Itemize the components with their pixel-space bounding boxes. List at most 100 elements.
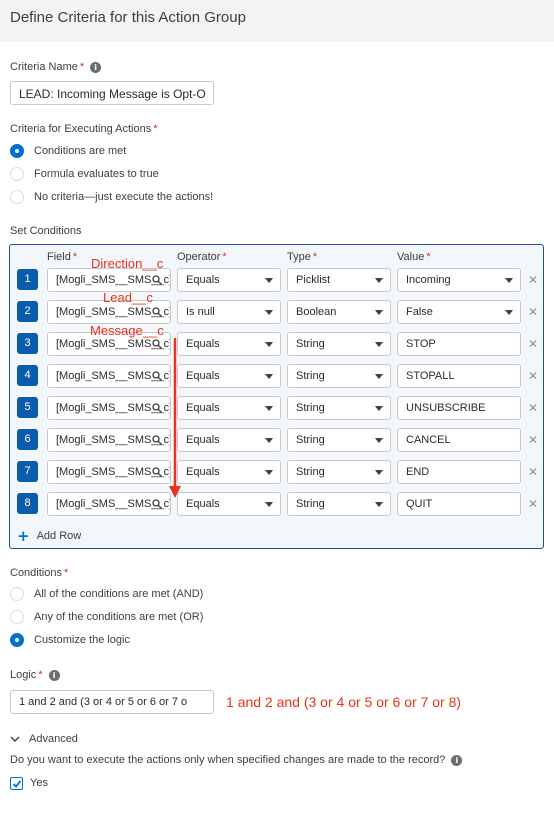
row-number: 3 bbox=[17, 333, 38, 354]
dropdown-caret-icon bbox=[375, 374, 383, 379]
delete-row-icon[interactable]: ✕ bbox=[528, 369, 538, 383]
info-icon[interactable]: i bbox=[90, 61, 102, 73]
value-input[interactable]: False bbox=[397, 300, 521, 324]
search-icon bbox=[152, 371, 162, 381]
dropdown-caret-icon bbox=[265, 470, 273, 475]
delete-row-icon[interactable]: ✕ bbox=[528, 433, 538, 447]
value-input[interactable]: QUIT bbox=[397, 492, 521, 516]
row-number: 2 bbox=[17, 301, 38, 322]
dropdown-caret-icon bbox=[265, 438, 273, 443]
delete-row-icon[interactable]: ✕ bbox=[528, 497, 538, 511]
type-select[interactable]: String bbox=[287, 364, 391, 388]
type-select[interactable]: String bbox=[287, 428, 391, 452]
radio-no-criteria[interactable]: No criteria—just execute the actions! bbox=[10, 189, 213, 205]
dropdown-caret-icon bbox=[375, 502, 383, 507]
radio-all-conditions[interactable]: All of the conditions are met (AND) bbox=[10, 586, 203, 602]
radio-button[interactable] bbox=[10, 587, 24, 601]
row-number: 5 bbox=[17, 397, 38, 418]
checkmark-icon bbox=[12, 780, 22, 788]
dropdown-caret-icon bbox=[505, 278, 513, 283]
execution-criteria-label: Criteria for Executing Actions * bbox=[10, 123, 158, 135]
row-number: 7 bbox=[17, 461, 38, 482]
field-lookup-input[interactable]: [Mogli_SMS__SMS__c].Message__c bbox=[47, 428, 171, 452]
page-header: Define Criteria for this Action Group bbox=[0, 0, 554, 42]
yes-checkbox[interactable] bbox=[10, 777, 23, 790]
search-icon bbox=[152, 339, 162, 349]
delete-row-icon[interactable]: ✕ bbox=[528, 273, 538, 287]
type-select[interactable]: String bbox=[287, 460, 391, 484]
yes-checkbox-label: Yes bbox=[30, 777, 48, 789]
criteria-name-input[interactable]: LEAD: Incoming Message is Opt-O bbox=[10, 81, 214, 105]
logic-label: Logic * i bbox=[10, 669, 60, 681]
delete-row-icon[interactable]: ✕ bbox=[528, 401, 538, 415]
annotation-message: Message__c bbox=[90, 323, 164, 338]
operator-select[interactable]: Equals bbox=[177, 460, 281, 484]
radio-any-conditions[interactable]: Any of the conditions are met (OR) bbox=[10, 609, 203, 625]
column-header-field: Field * bbox=[47, 251, 78, 263]
type-select[interactable]: Boolean bbox=[287, 300, 391, 324]
value-input[interactable]: Incoming bbox=[397, 268, 521, 292]
dropdown-caret-icon bbox=[375, 470, 383, 475]
search-icon bbox=[152, 499, 162, 509]
dropdown-caret-icon bbox=[265, 406, 273, 411]
value-input[interactable]: END bbox=[397, 460, 521, 484]
info-icon[interactable]: i bbox=[48, 669, 60, 681]
dropdown-caret-icon bbox=[375, 406, 383, 411]
operator-select[interactable]: Equals bbox=[177, 268, 281, 292]
dropdown-caret-icon bbox=[265, 278, 273, 283]
annotation-lead: Lead__c bbox=[103, 290, 153, 305]
operator-select[interactable]: Is null bbox=[177, 300, 281, 324]
type-select[interactable]: Picklist bbox=[287, 268, 391, 292]
radio-button[interactable] bbox=[10, 167, 24, 181]
value-input[interactable]: CANCEL bbox=[397, 428, 521, 452]
operator-select[interactable]: Equals bbox=[177, 492, 281, 516]
search-icon bbox=[152, 403, 162, 413]
logic-input[interactable]: 1 and 2 and (3 or 4 or 5 or 6 or 7 o bbox=[10, 690, 214, 714]
search-icon bbox=[152, 435, 162, 445]
row-number: 8 bbox=[17, 493, 38, 514]
value-input[interactable]: STOP bbox=[397, 332, 521, 356]
operator-select[interactable]: Equals bbox=[177, 396, 281, 420]
row-number: 1 bbox=[17, 269, 38, 290]
type-select[interactable]: String bbox=[287, 492, 391, 516]
field-lookup-input[interactable]: [Mogli_SMS__SMS__c].Message__c bbox=[47, 364, 171, 388]
dropdown-caret-icon bbox=[375, 342, 383, 347]
radio-button[interactable] bbox=[10, 144, 24, 158]
operator-select[interactable]: Equals bbox=[177, 364, 281, 388]
delete-row-icon[interactable]: ✕ bbox=[528, 337, 538, 351]
dropdown-caret-icon bbox=[375, 438, 383, 443]
search-icon bbox=[152, 275, 162, 285]
field-lookup-input[interactable]: [Mogli_SMS__SMS__c].Message__c bbox=[47, 396, 171, 420]
search-icon bbox=[152, 307, 162, 317]
radio-conditions-met[interactable]: Conditions are met bbox=[10, 143, 126, 159]
type-select[interactable]: String bbox=[287, 332, 391, 356]
radio-customize-logic[interactable]: Customize the logic bbox=[10, 632, 130, 648]
type-select[interactable]: String bbox=[287, 396, 391, 420]
set-conditions-label: Set Conditions bbox=[10, 225, 82, 237]
delete-row-icon[interactable]: ✕ bbox=[528, 465, 538, 479]
add-row-button[interactable]: + Add Row bbox=[17, 529, 81, 544]
column-header-operator: Operator * bbox=[177, 251, 227, 263]
criteria-name-label: Criteria Name * i bbox=[10, 61, 102, 73]
radio-button[interactable] bbox=[10, 190, 24, 204]
delete-row-icon[interactable]: ✕ bbox=[528, 305, 538, 319]
field-lookup-input[interactable]: [Mogli_SMS__SMS__c].Message__c bbox=[47, 492, 171, 516]
value-input[interactable]: UNSUBSCRIBE bbox=[397, 396, 521, 420]
radio-button[interactable] bbox=[10, 633, 24, 647]
dropdown-caret-icon bbox=[265, 374, 273, 379]
annotation-direction: Direction__c bbox=[91, 256, 164, 271]
operator-select[interactable]: Equals bbox=[177, 428, 281, 452]
radio-formula[interactable]: Formula evaluates to true bbox=[10, 166, 159, 182]
dropdown-caret-icon bbox=[265, 310, 273, 315]
advanced-toggle[interactable]: Advanced bbox=[10, 733, 78, 745]
page-title: Define Criteria for this Action Group bbox=[10, 9, 246, 26]
logic-annotation: 1 and 2 and (3 or 4 or 5 or 6 or 7 or 8) bbox=[226, 694, 462, 710]
value-input[interactable]: STOPALL bbox=[397, 364, 521, 388]
field-lookup-input[interactable]: [Mogli_SMS__SMS__c].Direction__c bbox=[47, 268, 171, 292]
info-icon[interactable]: i bbox=[451, 754, 463, 766]
radio-button[interactable] bbox=[10, 610, 24, 624]
operator-select[interactable]: Equals bbox=[177, 332, 281, 356]
field-lookup-input[interactable]: [Mogli_SMS__SMS__c].Message__c bbox=[47, 460, 171, 484]
dropdown-caret-icon bbox=[505, 310, 513, 315]
column-header-value: Value * bbox=[397, 251, 431, 263]
